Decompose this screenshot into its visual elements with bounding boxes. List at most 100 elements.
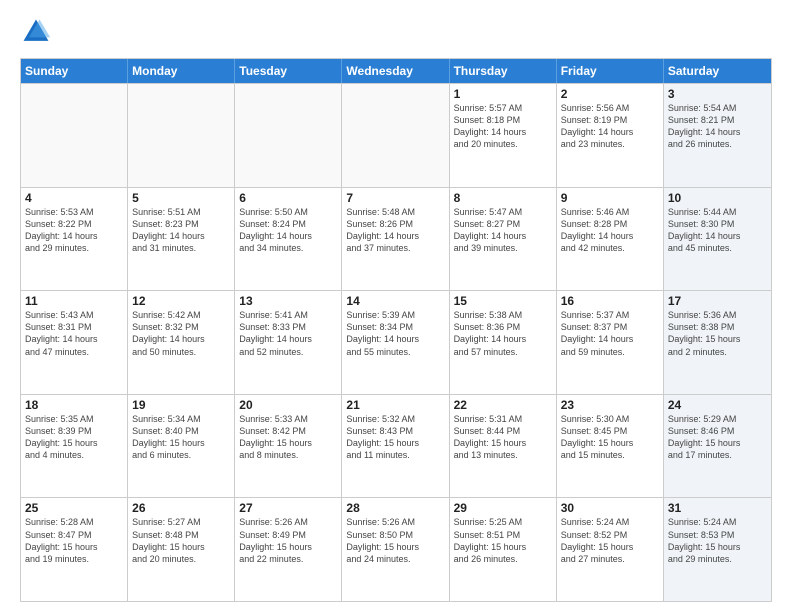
calendar-day-cell: 1Sunrise: 5:57 AM Sunset: 8:18 PM Daylig… [450, 84, 557, 187]
calendar-header-day: Friday [557, 59, 664, 83]
day-info: Sunrise: 5:27 AM Sunset: 8:48 PM Dayligh… [132, 516, 230, 565]
calendar-day-cell: 5Sunrise: 5:51 AM Sunset: 8:23 PM Daylig… [128, 188, 235, 291]
day-info: Sunrise: 5:44 AM Sunset: 8:30 PM Dayligh… [668, 206, 767, 255]
day-info: Sunrise: 5:46 AM Sunset: 8:28 PM Dayligh… [561, 206, 659, 255]
day-info: Sunrise: 5:39 AM Sunset: 8:34 PM Dayligh… [346, 309, 444, 358]
calendar-header-day: Monday [128, 59, 235, 83]
day-number: 22 [454, 398, 552, 412]
day-number: 3 [668, 87, 767, 101]
calendar-day-cell: 9Sunrise: 5:46 AM Sunset: 8:28 PM Daylig… [557, 188, 664, 291]
day-number: 15 [454, 294, 552, 308]
day-info: Sunrise: 5:35 AM Sunset: 8:39 PM Dayligh… [25, 413, 123, 462]
calendar-week: 1Sunrise: 5:57 AM Sunset: 8:18 PM Daylig… [21, 83, 771, 187]
day-info: Sunrise: 5:43 AM Sunset: 8:31 PM Dayligh… [25, 309, 123, 358]
day-info: Sunrise: 5:38 AM Sunset: 8:36 PM Dayligh… [454, 309, 552, 358]
calendar-day-cell: 7Sunrise: 5:48 AM Sunset: 8:26 PM Daylig… [342, 188, 449, 291]
day-number: 24 [668, 398, 767, 412]
day-info: Sunrise: 5:57 AM Sunset: 8:18 PM Dayligh… [454, 102, 552, 151]
day-number: 29 [454, 501, 552, 515]
day-info: Sunrise: 5:48 AM Sunset: 8:26 PM Dayligh… [346, 206, 444, 255]
calendar-day-cell: 24Sunrise: 5:29 AM Sunset: 8:46 PM Dayli… [664, 395, 771, 498]
day-number: 31 [668, 501, 767, 515]
day-info: Sunrise: 5:50 AM Sunset: 8:24 PM Dayligh… [239, 206, 337, 255]
day-number: 10 [668, 191, 767, 205]
calendar-header-day: Wednesday [342, 59, 449, 83]
calendar-week: 18Sunrise: 5:35 AM Sunset: 8:39 PM Dayli… [21, 394, 771, 498]
day-info: Sunrise: 5:32 AM Sunset: 8:43 PM Dayligh… [346, 413, 444, 462]
calendar-day-cell: 21Sunrise: 5:32 AM Sunset: 8:43 PM Dayli… [342, 395, 449, 498]
day-info: Sunrise: 5:42 AM Sunset: 8:32 PM Dayligh… [132, 309, 230, 358]
day-number: 8 [454, 191, 552, 205]
calendar-day-cell: 25Sunrise: 5:28 AM Sunset: 8:47 PM Dayli… [21, 498, 128, 601]
day-number: 20 [239, 398, 337, 412]
day-number: 9 [561, 191, 659, 205]
day-info: Sunrise: 5:54 AM Sunset: 8:21 PM Dayligh… [668, 102, 767, 151]
calendar-day-cell: 20Sunrise: 5:33 AM Sunset: 8:42 PM Dayli… [235, 395, 342, 498]
calendar-day-cell: 26Sunrise: 5:27 AM Sunset: 8:48 PM Dayli… [128, 498, 235, 601]
day-number: 13 [239, 294, 337, 308]
day-info: Sunrise: 5:24 AM Sunset: 8:53 PM Dayligh… [668, 516, 767, 565]
day-info: Sunrise: 5:34 AM Sunset: 8:40 PM Dayligh… [132, 413, 230, 462]
day-info: Sunrise: 5:25 AM Sunset: 8:51 PM Dayligh… [454, 516, 552, 565]
day-number: 19 [132, 398, 230, 412]
calendar-header-row: SundayMondayTuesdayWednesdayThursdayFrid… [21, 59, 771, 83]
day-number: 5 [132, 191, 230, 205]
day-info: Sunrise: 5:26 AM Sunset: 8:49 PM Dayligh… [239, 516, 337, 565]
day-number: 30 [561, 501, 659, 515]
calendar-week: 4Sunrise: 5:53 AM Sunset: 8:22 PM Daylig… [21, 187, 771, 291]
calendar-day-cell: 31Sunrise: 5:24 AM Sunset: 8:53 PM Dayli… [664, 498, 771, 601]
calendar-day-cell: 12Sunrise: 5:42 AM Sunset: 8:32 PM Dayli… [128, 291, 235, 394]
calendar-day-cell: 18Sunrise: 5:35 AM Sunset: 8:39 PM Dayli… [21, 395, 128, 498]
day-number: 18 [25, 398, 123, 412]
day-number: 25 [25, 501, 123, 515]
day-number: 26 [132, 501, 230, 515]
calendar-day-cell: 11Sunrise: 5:43 AM Sunset: 8:31 PM Dayli… [21, 291, 128, 394]
calendar-day-cell [21, 84, 128, 187]
day-info: Sunrise: 5:29 AM Sunset: 8:46 PM Dayligh… [668, 413, 767, 462]
calendar-day-cell: 8Sunrise: 5:47 AM Sunset: 8:27 PM Daylig… [450, 188, 557, 291]
calendar-day-cell: 28Sunrise: 5:26 AM Sunset: 8:50 PM Dayli… [342, 498, 449, 601]
calendar: SundayMondayTuesdayWednesdayThursdayFrid… [20, 58, 772, 602]
day-number: 7 [346, 191, 444, 205]
day-info: Sunrise: 5:33 AM Sunset: 8:42 PM Dayligh… [239, 413, 337, 462]
calendar-day-cell: 17Sunrise: 5:36 AM Sunset: 8:38 PM Dayli… [664, 291, 771, 394]
calendar-day-cell: 19Sunrise: 5:34 AM Sunset: 8:40 PM Dayli… [128, 395, 235, 498]
calendar-header-day: Saturday [664, 59, 771, 83]
calendar-day-cell: 4Sunrise: 5:53 AM Sunset: 8:22 PM Daylig… [21, 188, 128, 291]
calendar-header-day: Tuesday [235, 59, 342, 83]
day-info: Sunrise: 5:47 AM Sunset: 8:27 PM Dayligh… [454, 206, 552, 255]
day-info: Sunrise: 5:41 AM Sunset: 8:33 PM Dayligh… [239, 309, 337, 358]
day-number: 17 [668, 294, 767, 308]
calendar-day-cell: 22Sunrise: 5:31 AM Sunset: 8:44 PM Dayli… [450, 395, 557, 498]
calendar-header-day: Thursday [450, 59, 557, 83]
calendar-day-cell [342, 84, 449, 187]
calendar-day-cell [128, 84, 235, 187]
calendar-day-cell: 29Sunrise: 5:25 AM Sunset: 8:51 PM Dayli… [450, 498, 557, 601]
day-info: Sunrise: 5:53 AM Sunset: 8:22 PM Dayligh… [25, 206, 123, 255]
day-number: 2 [561, 87, 659, 101]
day-number: 28 [346, 501, 444, 515]
calendar-day-cell: 2Sunrise: 5:56 AM Sunset: 8:19 PM Daylig… [557, 84, 664, 187]
day-info: Sunrise: 5:56 AM Sunset: 8:19 PM Dayligh… [561, 102, 659, 151]
calendar-day-cell: 3Sunrise: 5:54 AM Sunset: 8:21 PM Daylig… [664, 84, 771, 187]
calendar-day-cell: 15Sunrise: 5:38 AM Sunset: 8:36 PM Dayli… [450, 291, 557, 394]
day-number: 12 [132, 294, 230, 308]
page: SundayMondayTuesdayWednesdayThursdayFrid… [0, 0, 792, 612]
day-number: 4 [25, 191, 123, 205]
day-number: 1 [454, 87, 552, 101]
day-info: Sunrise: 5:24 AM Sunset: 8:52 PM Dayligh… [561, 516, 659, 565]
calendar-day-cell: 27Sunrise: 5:26 AM Sunset: 8:49 PM Dayli… [235, 498, 342, 601]
logo-icon [20, 16, 52, 48]
day-info: Sunrise: 5:31 AM Sunset: 8:44 PM Dayligh… [454, 413, 552, 462]
calendar-day-cell: 23Sunrise: 5:30 AM Sunset: 8:45 PM Dayli… [557, 395, 664, 498]
calendar-day-cell: 10Sunrise: 5:44 AM Sunset: 8:30 PM Dayli… [664, 188, 771, 291]
day-number: 14 [346, 294, 444, 308]
day-info: Sunrise: 5:36 AM Sunset: 8:38 PM Dayligh… [668, 309, 767, 358]
day-number: 27 [239, 501, 337, 515]
calendar-week: 11Sunrise: 5:43 AM Sunset: 8:31 PM Dayli… [21, 290, 771, 394]
day-number: 16 [561, 294, 659, 308]
day-number: 21 [346, 398, 444, 412]
calendar-day-cell: 30Sunrise: 5:24 AM Sunset: 8:52 PM Dayli… [557, 498, 664, 601]
calendar-header-day: Sunday [21, 59, 128, 83]
day-number: 23 [561, 398, 659, 412]
